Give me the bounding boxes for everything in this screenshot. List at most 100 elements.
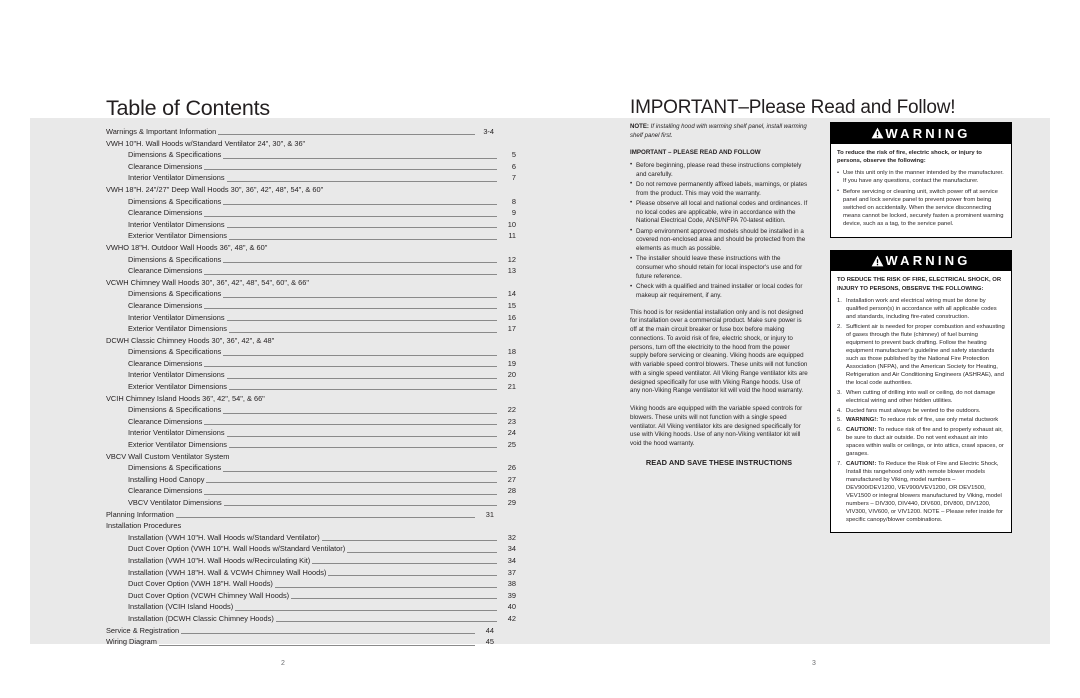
toc-entry-label: Exterior Ventilator Dimensions [128,382,227,392]
toc-entry[interactable]: Clearance Dimensions 23 [106,416,516,428]
toc-leader-dots [275,621,497,623]
toc-entry-label: Installation Procedures [106,521,182,531]
toc-entry[interactable]: Dimensions & Specifications 18 [106,346,516,358]
note-label: NOTE: [630,123,649,130]
warning-2-numbered-list: Installation work and electrical wiring … [837,297,1005,525]
toc-entry[interactable]: VBCV Ventilator Dimensions 29 [106,497,516,509]
important-bullet-item: Damp environment approved models should … [630,227,808,254]
toc-entry[interactable]: Duct Cover Option (VWH 10"H. Wall Hoods … [106,543,516,555]
toc-entry[interactable]: Exterior Ventilator Dimensions 11 [106,230,516,242]
toc-entry[interactable]: Dimensions & Specifications 14 [106,288,516,300]
toc-leader-dots [226,227,497,229]
toc-entry[interactable]: Clearance Dimensions 13 [106,265,516,277]
warning-item-text: Ducted fans must always be vented to the… [846,407,981,414]
important-page-title: IMPORTANT–Please Read and Follow! [630,97,956,119]
toc-entry-page-number: 34 [507,544,516,554]
warning-numbered-item: CAUTION!: To Reduce the Risk of Fire and… [837,460,1005,525]
toc-entry[interactable]: Clearance Dimensions 15 [106,300,516,312]
toc-entry[interactable]: Installing Hood Canopy 27 [106,474,516,486]
toc-entry-page-number: 22 [507,405,516,415]
toc-entry[interactable]: Installation (VCIH Island Hoods) 40 [106,601,516,613]
warning-banner-1-text: WARNING [885,125,971,141]
toc-entry[interactable]: Interior Ventilator Dimensions 24 [106,427,516,439]
toc-entry[interactable]: Exterior Ventilator Dimensions 21 [106,381,516,393]
toc-entry[interactable]: VCWH Chimney Wall Hoods 30", 36", 42", 4… [106,277,494,289]
toc-entry[interactable]: Exterior Ventilator Dimensions 25 [106,439,516,451]
important-bullet-item: The installer should leave these instruc… [630,255,808,281]
toc-entry-page-number: 10 [507,219,516,229]
toc-entry[interactable]: Interior Ventilator Dimensions 7 [106,172,516,184]
toc-entry-page-number: 12 [507,254,516,264]
warning-item-text: Installation work and electrical wiring … [846,297,997,321]
toc-entry-page-number: 40 [507,602,516,612]
toc-entry[interactable]: DCWH Classic Chimney Hoods 30", 36", 42"… [106,335,494,347]
variable-speed-paragraph: Viking hoods are equipped with the varia… [630,405,803,448]
toc-entry[interactable]: Installation (VWH 10"H. Wall Hoods w/Rec… [106,555,516,567]
toc-entry[interactable]: Clearance Dimensions 28 [106,485,516,497]
toc-entry-label: Wiring Diagram [106,637,157,647]
warning-box-2-body: TO REDUCE THE RISK OF FIRE, ELECTRICAL S… [831,271,1011,532]
important-bullet-list: Before beginning, please read these inst… [630,161,808,301]
toc-leader-dots [229,331,497,333]
toc-entry-label: Dimensions & Specifications [128,254,222,264]
toc-entry-page-number: 19 [507,358,516,368]
toc-entry[interactable]: Installation (DCWH Classic Chimney Hoods… [106,613,516,625]
toc-entry[interactable]: Wiring Diagram 45 [106,636,494,648]
warning-numbered-item: WARNING!: To reduce risk of fire, use on… [837,416,1005,424]
toc-entry-label: Service & Registration [106,625,180,635]
toc-entry[interactable]: Dimensions & Specifications 12 [106,254,516,266]
toc-entry-page-number: 7 [511,173,516,183]
toc-entry[interactable]: Interior Ventilator Dimensions 10 [106,219,516,231]
toc-entry[interactable]: Interior Ventilator Dimensions 16 [106,312,516,324]
toc-entry[interactable]: VCIH Chimney Island Hoods 36", 42", 54",… [106,393,494,405]
toc-leader-dots [204,493,497,495]
toc-entry-page-number: 9 [511,208,516,218]
toc-entry-label: Dimensions & Specifications [128,347,222,357]
toc-entry[interactable]: VWH 18"H. 24"/27" Deep Wall Hoods 30", 3… [106,184,494,196]
toc-leader-dots [229,389,497,391]
toc-entry-label: Exterior Ventilator Dimensions [128,324,227,334]
toc-entry[interactable]: Planning Information 31 [106,509,494,521]
toc-entry-label: Duct Cover Option (VCWH Chimney Wall Hoo… [128,590,290,600]
toc-entry-label: Planning Information [106,509,174,519]
toc-entry-page-number: 18 [507,347,516,357]
toc-entry[interactable]: VBCV Wall Custom Ventilator System [106,451,494,463]
toc-leader-dots [218,134,475,136]
toc-entry[interactable]: Dimensions & Specifications 26 [106,462,516,474]
toc-leader-dots [204,366,497,368]
important-title-rest: –Please Read and Follow! [738,97,956,118]
warming-shelf-note: NOTE: If installing hood with warming sh… [630,123,808,140]
toc-entry[interactable]: Dimensions & Specifications 8 [106,196,516,208]
toc-entry-page-number: 31 [485,509,494,519]
toc-entry[interactable]: Dimensions & Specifications 22 [106,404,516,416]
toc-entry-label: Interior Ventilator Dimensions [128,428,225,438]
toc-entry-page-number: 42 [507,613,516,623]
warning-item-text: To Reduce the Risk of Fire and Electric … [846,460,1003,524]
toc-entry-label: Dimensions & Specifications [128,405,222,415]
toc-leader-dots [223,157,497,159]
page-number-right: 3 [812,660,816,667]
toc-entry[interactable]: Installation (VWH 10"H. Wall Hoods w/Sta… [106,532,516,544]
toc-entry[interactable]: Service & Registration 44 [106,625,494,637]
toc-entry[interactable]: Installation (VWH 18"H. Wall & VCWH Chim… [106,567,516,579]
toc-entry[interactable]: Warnings & Important Information 3-4 [106,126,494,138]
toc-entry[interactable]: Clearance Dimensions 19 [106,358,516,370]
warning-item-emphasis: CAUTION!: [846,460,877,467]
toc-entry[interactable]: Interior Ventilator Dimensions 20 [106,369,516,381]
toc-leader-dots [223,296,497,298]
toc-entry[interactable]: Exterior Ventilator Dimensions 17 [106,323,516,335]
toc-entry[interactable]: Duct Cover Option (VWH 18"H. Wall Hoods)… [106,578,516,590]
toc-entry[interactable]: Installation Procedures [106,520,494,532]
toc-leader-dots [206,482,497,484]
toc-entry[interactable]: Clearance Dimensions 6 [106,161,516,173]
toc-entry[interactable]: Clearance Dimensions 9 [106,207,516,219]
toc-entry[interactable]: Duct Cover Option (VCWH Chimney Wall Hoo… [106,590,516,602]
toc-entry-label: VBCV Ventilator Dimensions [128,498,222,507]
toc-entry-page-number: 24 [507,428,516,438]
toc-entry-page-number: 20 [507,370,516,380]
toc-entry[interactable]: VWHO 18"H. Outdoor Wall Hoods 36", 48", … [106,242,494,254]
toc-entry[interactable]: Dimensions & Specifications 5 [106,149,516,161]
toc-entry[interactable]: VWH 10"H. Wall Hoods w/Standard Ventilat… [106,138,494,150]
toc-leader-dots [204,169,497,171]
toc-leader-dots [223,412,497,414]
